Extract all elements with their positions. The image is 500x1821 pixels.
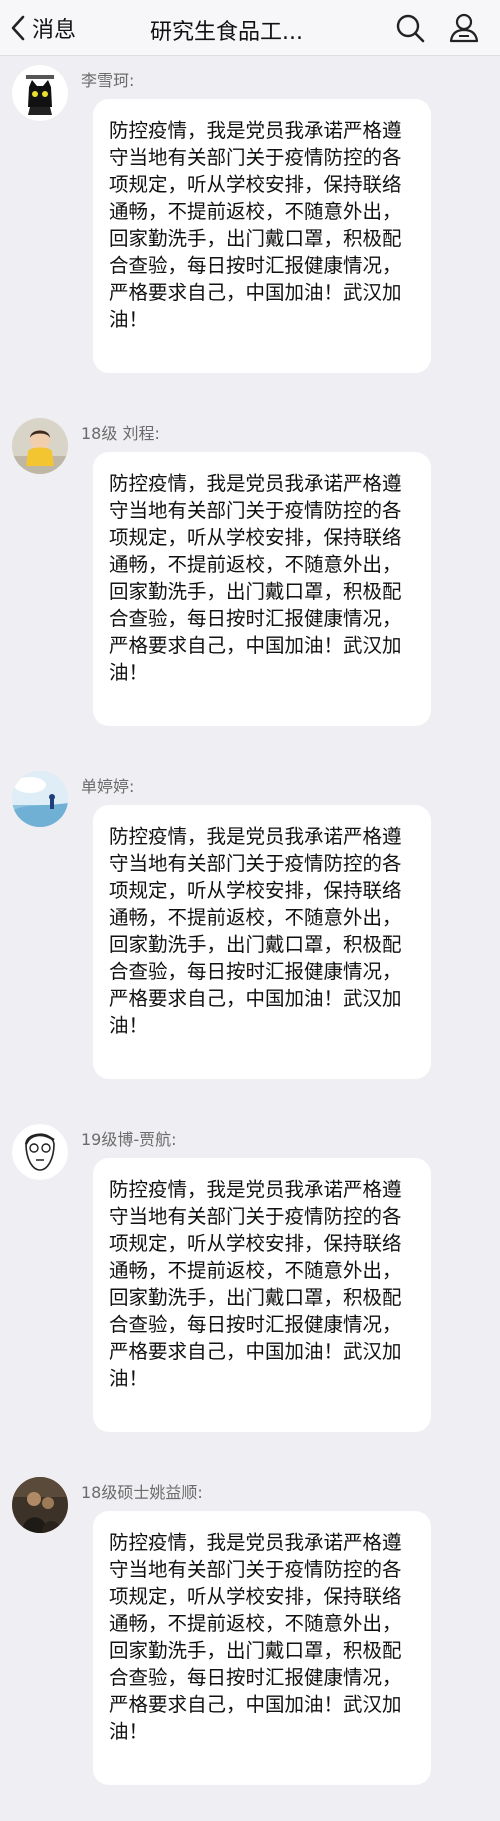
chat-header: 消息 研究生食品工... [0, 0, 500, 56]
message-item: 李雪珂: 防控疫情，我是党员我承诺严格遵守当地有关部门关于疫情防控的各项规定，听… [0, 56, 500, 409]
message-bubble[interactable]: 防控疫情，我是党员我承诺严格遵守当地有关部门关于疫情防控的各项规定，听从学校安排… [93, 452, 431, 726]
message-list: 李雪珂: 防控疫情，我是党员我承诺严格遵守当地有关部门关于疫情防控的各项规定，听… [0, 56, 500, 1821]
sender-name: 19级博-贾航: [81, 1130, 177, 1149]
user-icon [449, 13, 479, 43]
chat-title: 研究生食品工... [150, 20, 303, 45]
sender-name: 李雪珂: [81, 71, 135, 90]
message-bubble[interactable]: 防控疫情，我是党员我承诺严格遵守当地有关部门关于疫情防控的各项规定，听从学校安排… [93, 1158, 431, 1432]
group-profile-button[interactable] [448, 12, 480, 44]
avatar[interactable] [12, 1477, 68, 1533]
sender-name: 单婷婷: [81, 777, 135, 796]
message-item: 单婷婷: 防控疫情，我是党员我承诺严格遵守当地有关部门关于疫情防控的各项规定，听… [0, 762, 500, 1115]
search-icon [396, 14, 425, 43]
cat-avatar-icon [12, 65, 68, 121]
message-bubble[interactable]: 防控疫情，我是党员我承诺严格遵守当地有关部门关于疫情防控的各项规定，听从学校安排… [93, 99, 431, 373]
sketch-face-avatar-icon [12, 1124, 68, 1180]
chevron-left-icon [11, 15, 25, 41]
message-item: 19级博-贾航: 防控疫情，我是党员我承诺严格遵守当地有关部门关于疫情防控的各项… [0, 1115, 500, 1468]
sender-name: 18级 刘程: [81, 424, 160, 443]
sky-avatar-icon [12, 771, 68, 827]
message-item: 18级硕士姚益顺: 防控疫情，我是党员我承诺严格遵守当地有关部门关于疫情防控的各… [0, 1468, 500, 1821]
back-button[interactable]: 消息 [10, 10, 76, 46]
search-button[interactable] [394, 12, 426, 44]
child-avatar-icon [12, 418, 68, 474]
message-bubble[interactable]: 防控疫情，我是党员我承诺严格遵守当地有关部门关于疫情防控的各项规定，听从学校安排… [93, 805, 431, 1079]
photo-avatar-icon [12, 1477, 68, 1533]
avatar[interactable] [12, 65, 68, 121]
avatar[interactable] [12, 418, 68, 474]
avatar[interactable] [12, 771, 68, 827]
back-label: 消息 [32, 18, 77, 43]
sender-name: 18级硕士姚益顺: [81, 1483, 203, 1502]
message-item: 18级 刘程: 防控疫情，我是党员我承诺严格遵守当地有关部门关于疫情防控的各项规… [0, 409, 500, 762]
message-bubble[interactable]: 防控疫情，我是党员我承诺严格遵守当地有关部门关于疫情防控的各项规定，听从学校安排… [93, 1511, 431, 1785]
avatar[interactable] [12, 1124, 68, 1180]
